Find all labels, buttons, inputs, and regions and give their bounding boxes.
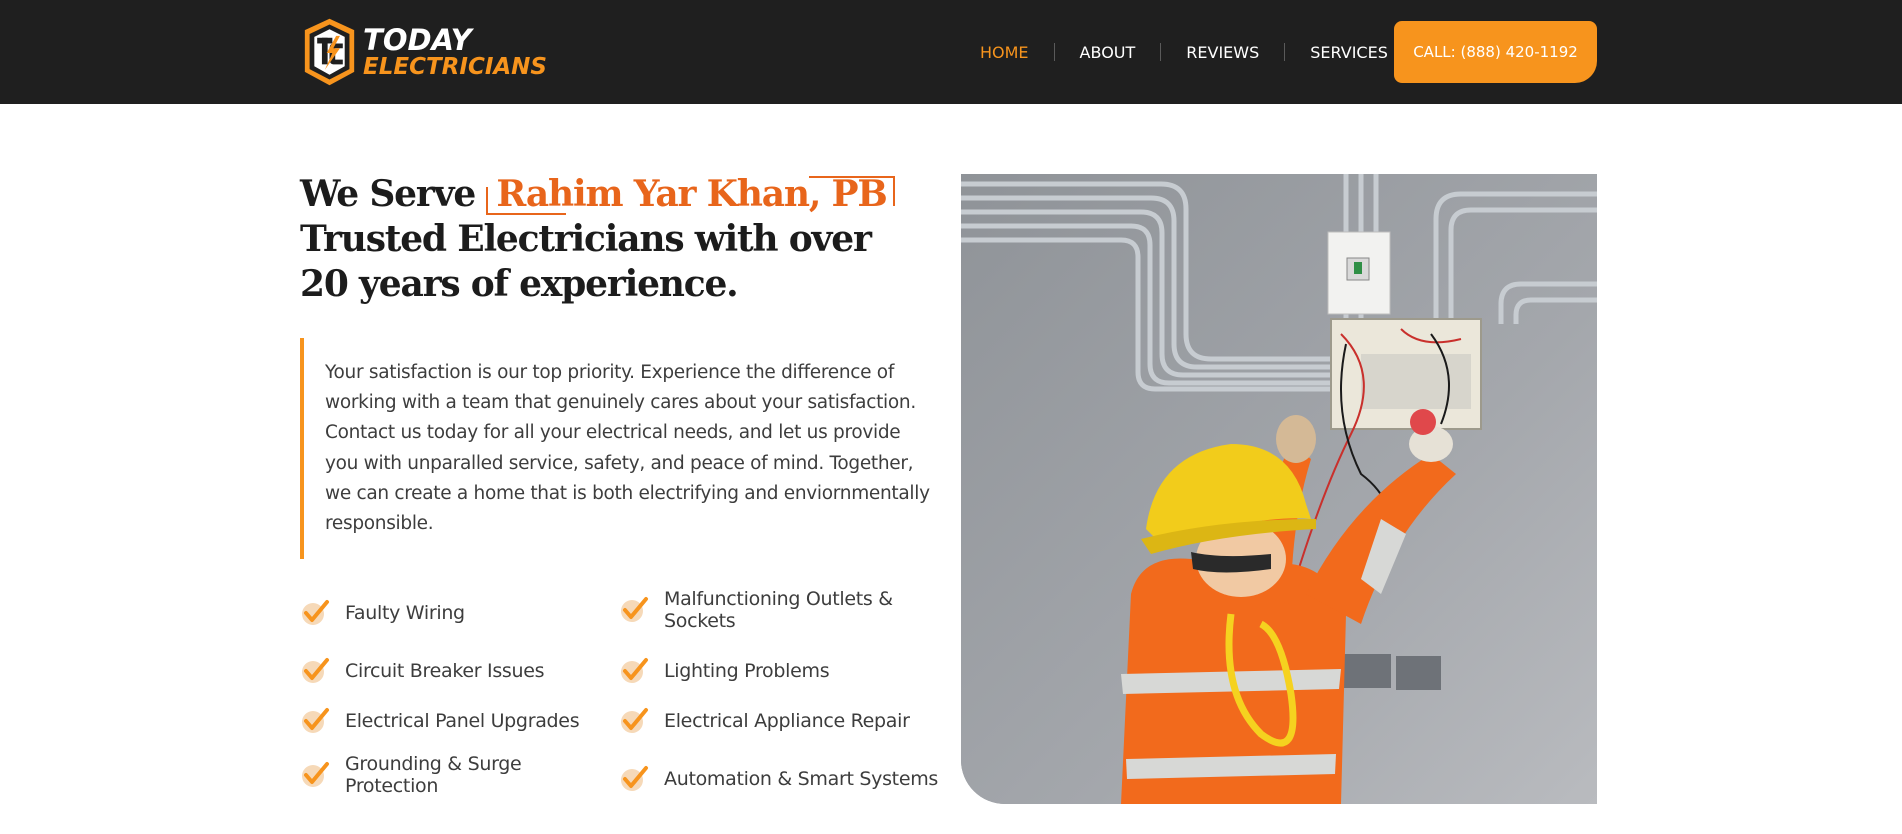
feature-label: Grounding & Surge Protection xyxy=(345,753,522,797)
feature-label: Malfunctioning Outlets & Sockets xyxy=(664,588,893,632)
checkmark-icon xyxy=(302,658,329,683)
feature-label: Circuit Breaker Issues xyxy=(345,660,545,682)
feature-item: Electrical Panel Upgrades xyxy=(300,706,580,736)
highlight-bracket-right xyxy=(808,176,895,206)
feature-item: Malfunctioning Outlets & Sockets xyxy=(619,588,919,632)
feature-label: Electrical Panel Upgrades xyxy=(345,710,580,732)
hero-headline: We Serve Rahim Yar Khan, PB Trusted Elec… xyxy=(300,172,920,307)
location-highlight: Rahim Yar Khan, PB xyxy=(486,172,895,217)
intro-text: Your satisfaction is our top priority. E… xyxy=(325,362,930,535)
brand-wordmark: TODAY ELECTRICIANS xyxy=(363,22,547,80)
brand-name-line2: ELECTRICIANS xyxy=(363,53,547,80)
site-header: TODAY ELECTRICIANS HOME ABOUT REVIEWS SE… xyxy=(0,0,1902,104)
checkmark-icon xyxy=(302,600,329,625)
checkmark-icon xyxy=(621,766,648,791)
headline-prefix: We Serve xyxy=(300,173,476,215)
nav-reviews[interactable]: REVIEWS xyxy=(1161,43,1284,62)
feature-item: Faulty Wiring xyxy=(300,598,465,628)
feature-item: Circuit Breaker Issues xyxy=(300,656,545,686)
nav-about[interactable]: ABOUT xyxy=(1055,43,1161,62)
tc-shield-logo-icon xyxy=(304,18,355,86)
feature-label: Automation & Smart Systems xyxy=(664,768,939,790)
hero-illustration xyxy=(961,174,1597,804)
call-button[interactable]: CALL: (888) 420-1192 xyxy=(1394,21,1597,83)
electrician-working-on-panel-image xyxy=(961,174,1597,804)
checkmark-icon xyxy=(621,708,648,733)
highlight-bracket-left xyxy=(486,187,567,215)
checkmark-icon xyxy=(621,597,648,622)
feature-item: Electrical Appliance Repair xyxy=(619,706,910,736)
feature-label: Lighting Problems xyxy=(664,660,830,682)
brand-logo[interactable]: TODAY ELECTRICIANS xyxy=(302,14,547,90)
feature-item: Lighting Problems xyxy=(619,656,830,686)
feature-label: Electrical Appliance Repair xyxy=(664,710,910,732)
feature-item: Automation & Smart Systems xyxy=(619,764,938,794)
checkmark-icon xyxy=(621,658,648,683)
headline-rest: Trusted Electricians with over 20 years … xyxy=(300,218,872,305)
checkmark-icon xyxy=(302,708,329,733)
checkmark-icon xyxy=(302,762,329,787)
feature-item: Grounding & Surge Protection xyxy=(300,753,540,797)
main-nav: HOME ABOUT REVIEWS SERVICES xyxy=(955,0,1413,104)
feature-label: Faulty Wiring xyxy=(345,602,465,624)
intro-quote: Your satisfaction is our top priority. E… xyxy=(300,338,935,559)
brand-name-line1: TODAY xyxy=(363,22,472,57)
nav-home[interactable]: HOME xyxy=(955,43,1054,62)
